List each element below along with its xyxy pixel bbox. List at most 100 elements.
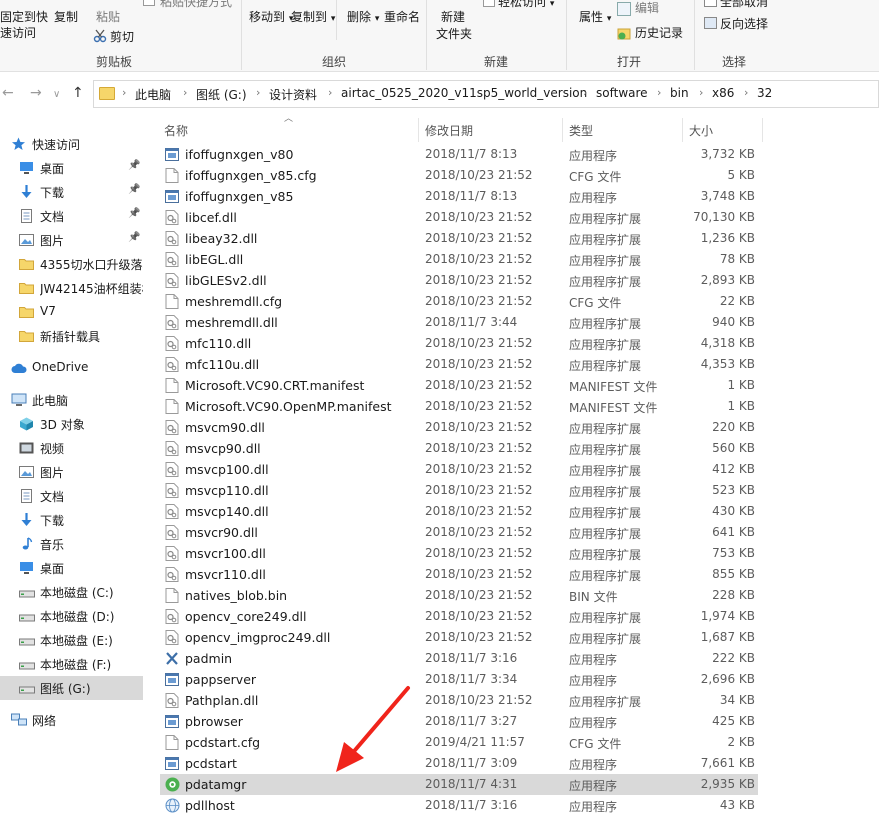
history-button[interactable]: 历史记录: [635, 25, 683, 41]
sidebar-item[interactable]: 文档: [0, 484, 143, 508]
column-divider[interactable]: [682, 118, 683, 142]
sidebar-item[interactable]: 本地磁盘 (C:): [0, 580, 143, 604]
sidebar-item[interactable]: 桌面: [0, 556, 143, 580]
file-row[interactable]: pappserver 2018/11/7 3:34 应用程序 2,696 KB: [160, 669, 758, 690]
forward-arrow-icon[interactable]: →: [30, 85, 42, 101]
up-arrow-icon[interactable]: ↑: [72, 85, 84, 101]
sidebar-item[interactable]: 桌面 📌: [0, 156, 143, 180]
sidebar-item[interactable]: 本地磁盘 (D:): [0, 604, 143, 628]
file-row[interactable]: pdllhost 2018/11/7 3:16 应用程序 43 KB: [160, 795, 758, 816]
sidebar-item[interactable]: 本地磁盘 (F:): [0, 652, 143, 676]
new-folder-button[interactable]: 新建: [441, 9, 465, 25]
column-divider[interactable]: [562, 118, 563, 142]
file-row[interactable]: ifoffugnxgen_v85 2018/11/7 8:13 应用程序 3,748 …: [160, 186, 758, 207]
column-header-size[interactable]: 大小: [689, 122, 713, 139]
paste-button[interactable]: 粘贴: [96, 9, 120, 25]
easy-access-button[interactable]: 轻松访问 ▾: [498, 0, 554, 12]
file-row[interactable]: ifoffugnxgen_v85.cfg 2018/10/23 21:52 CFG …: [160, 165, 758, 186]
sidebar-item[interactable]: 本地磁盘 (E:): [0, 628, 143, 652]
breadcrumb-separator-icon[interactable]: ›: [183, 86, 187, 99]
new-folder-label-2[interactable]: 文件夹: [436, 26, 472, 42]
file-row[interactable]: padmin 2018/11/7 3:16 应用程序 222 KB: [160, 648, 758, 669]
recent-locations-chevron-icon[interactable]: ∨: [53, 87, 60, 103]
pin-icon[interactable]: 📌: [128, 160, 140, 171]
file-row[interactable]: pbrowser 2018/11/7 3:27 应用程序 425 KB: [160, 711, 758, 732]
sidebar-item[interactable]: 音乐: [0, 532, 143, 556]
file-row[interactable]: msvcr100.dll 2018/10/23 21:52 应用程序扩展 753 KB: [160, 543, 758, 564]
sidebar-item[interactable]: 网络: [0, 708, 143, 732]
column-header-name[interactable]: 名称: [164, 122, 188, 139]
file-row[interactable]: msvcp110.dll 2018/10/23 21:52 应用程序扩展 523 KB: [160, 480, 758, 501]
delete-button[interactable]: 删除 ▾: [347, 9, 379, 27]
sidebar-item[interactable]: 4355切水口升级落料: [0, 252, 143, 276]
breadcrumb-item[interactable]: bin: [670, 86, 689, 100]
breadcrumb-item[interactable]: 图纸 (G:): [196, 86, 247, 103]
move-to-button[interactable]: 移动到 ▾: [249, 9, 293, 27]
rename-button[interactable]: 重命名: [384, 9, 420, 25]
sidebar-item[interactable]: 文档 📌: [0, 204, 143, 228]
file-row[interactable]: msvcr110.dll 2018/10/23 21:52 应用程序扩展 855 KB: [160, 564, 758, 585]
pin-quick-access-label-2[interactable]: 速访问: [0, 25, 36, 41]
file-row[interactable]: opencv_imgproc249.dll 2018/10/23 21:52 应用程…: [160, 627, 758, 648]
breadcrumb-item[interactable]: software: [596, 86, 648, 100]
column-header-date[interactable]: 修改日期: [425, 122, 473, 139]
back-arrow-icon[interactable]: ←: [2, 85, 14, 101]
breadcrumb-item[interactable]: 设计资料: [269, 86, 317, 103]
sidebar-item[interactable]: V7: [0, 300, 143, 324]
sidebar-item[interactable]: 此电脑: [0, 388, 143, 412]
pin-quick-access-button[interactable]: 固定到快: [0, 9, 48, 25]
sidebar-item[interactable]: 视频: [0, 436, 143, 460]
file-row[interactable]: pcdstart.cfg 2019/4/21 11:57 CFG 文件 2 KB: [160, 732, 758, 753]
breadcrumb-separator-icon[interactable]: ›: [122, 86, 126, 99]
sidebar-item[interactable]: 下载: [0, 508, 143, 532]
file-row[interactable]: libeay32.dll 2018/10/23 21:52 应用程序扩展 1,236 …: [160, 228, 758, 249]
breadcrumb-separator-icon[interactable]: ›: [328, 86, 332, 99]
file-row[interactable]: libcef.dll 2018/10/23 21:52 应用程序扩展 70,130 K…: [160, 207, 758, 228]
sidebar-item[interactable]: 快速访问: [0, 132, 143, 156]
file-row[interactable]: opencv_core249.dll 2018/10/23 21:52 应用程序扩展…: [160, 606, 758, 627]
file-row[interactable]: pcdstart 2018/11/7 3:09 应用程序 7,661 KB: [160, 753, 758, 774]
file-row[interactable]: libGLESv2.dll 2018/10/23 21:52 应用程序扩展 2,893…: [160, 270, 758, 291]
file-row[interactable]: msvcp140.dll 2018/10/23 21:52 应用程序扩展 430 KB: [160, 501, 758, 522]
sidebar-item[interactable]: OneDrive: [0, 356, 143, 380]
file-row[interactable]: Pathplan.dll 2018/10/23 21:52 应用程序扩展 34 KB: [160, 690, 758, 711]
breadcrumb-item[interactable]: 32: [757, 86, 772, 100]
sidebar-item[interactable]: 新插针载具: [0, 324, 143, 348]
paste-shortcut-button[interactable]: 粘贴快捷方式: [160, 0, 232, 10]
file-row[interactable]: mfc110.dll 2018/10/23 21:52 应用程序扩展 4,318 KB: [160, 333, 758, 354]
file-row[interactable]: msvcm90.dll 2018/10/23 21:52 应用程序扩展 220 KB: [160, 417, 758, 438]
breadcrumb-separator-icon[interactable]: ›: [744, 86, 748, 99]
breadcrumb-separator-icon[interactable]: ›: [256, 86, 260, 99]
breadcrumb-item[interactable]: x86: [712, 86, 734, 100]
sidebar-item[interactable]: 图片 📌: [0, 228, 143, 252]
column-divider[interactable]: [762, 118, 763, 142]
file-row[interactable]: msvcr90.dll 2018/10/23 21:52 应用程序扩展 641 KB: [160, 522, 758, 543]
file-row[interactable]: meshremdll.dll 2018/11/7 3:44 应用程序扩展 940 KB: [160, 312, 758, 333]
select-none-button[interactable]: 全部取消: [720, 0, 768, 10]
column-divider[interactable]: [418, 118, 419, 142]
properties-button[interactable]: 属性 ▾: [579, 9, 611, 27]
file-row[interactable]: libEGL.dll 2018/10/23 21:52 应用程序扩展 78 KB: [160, 249, 758, 270]
sidebar-item[interactable]: JW42145油杯组装机: [0, 276, 143, 300]
pin-icon[interactable]: 📌: [128, 232, 140, 243]
file-row[interactable]: msvcp90.dll 2018/10/23 21:52 应用程序扩展 560 KB: [160, 438, 758, 459]
sidebar-item[interactable]: 图纸 (G:): [0, 676, 143, 700]
pin-icon[interactable]: 📌: [128, 184, 140, 195]
file-row[interactable]: ifoffugnxgen_v80 2018/11/7 8:13 应用程序 3,732 …: [160, 144, 758, 165]
file-row[interactable]: pdatamgr 2018/11/7 4:31 应用程序 2,935 KB: [160, 774, 758, 795]
copy-to-button[interactable]: 复制到 ▾: [291, 9, 335, 27]
breadcrumb-item[interactable]: airtac_0525_2020_v11sp5_world_version: [341, 86, 587, 100]
breadcrumb-separator-icon[interactable]: ›: [699, 86, 703, 99]
column-header-type[interactable]: 类型: [569, 122, 593, 139]
file-row[interactable]: mfc110u.dll 2018/10/23 21:52 应用程序扩展 4,353 K…: [160, 354, 758, 375]
breadcrumb-item[interactable]: 此电脑: [135, 86, 171, 103]
invert-selection-button[interactable]: 反向选择: [720, 16, 768, 32]
sidebar-item[interactable]: 3D 对象: [0, 412, 143, 436]
copy-button[interactable]: 复制: [54, 9, 78, 25]
pin-icon[interactable]: 📌: [128, 208, 140, 219]
file-row[interactable]: natives_blob.bin 2018/10/23 21:52 BIN 文件 22…: [160, 585, 758, 606]
breadcrumb-separator-icon[interactable]: ›: [657, 86, 661, 99]
breadcrumb-separator-icon[interactable]: ›: [583, 86, 587, 99]
sidebar-item[interactable]: 图片: [0, 460, 143, 484]
file-row[interactable]: Microsoft.VC90.OpenMP.manifest 2018/10/23…: [160, 396, 758, 417]
